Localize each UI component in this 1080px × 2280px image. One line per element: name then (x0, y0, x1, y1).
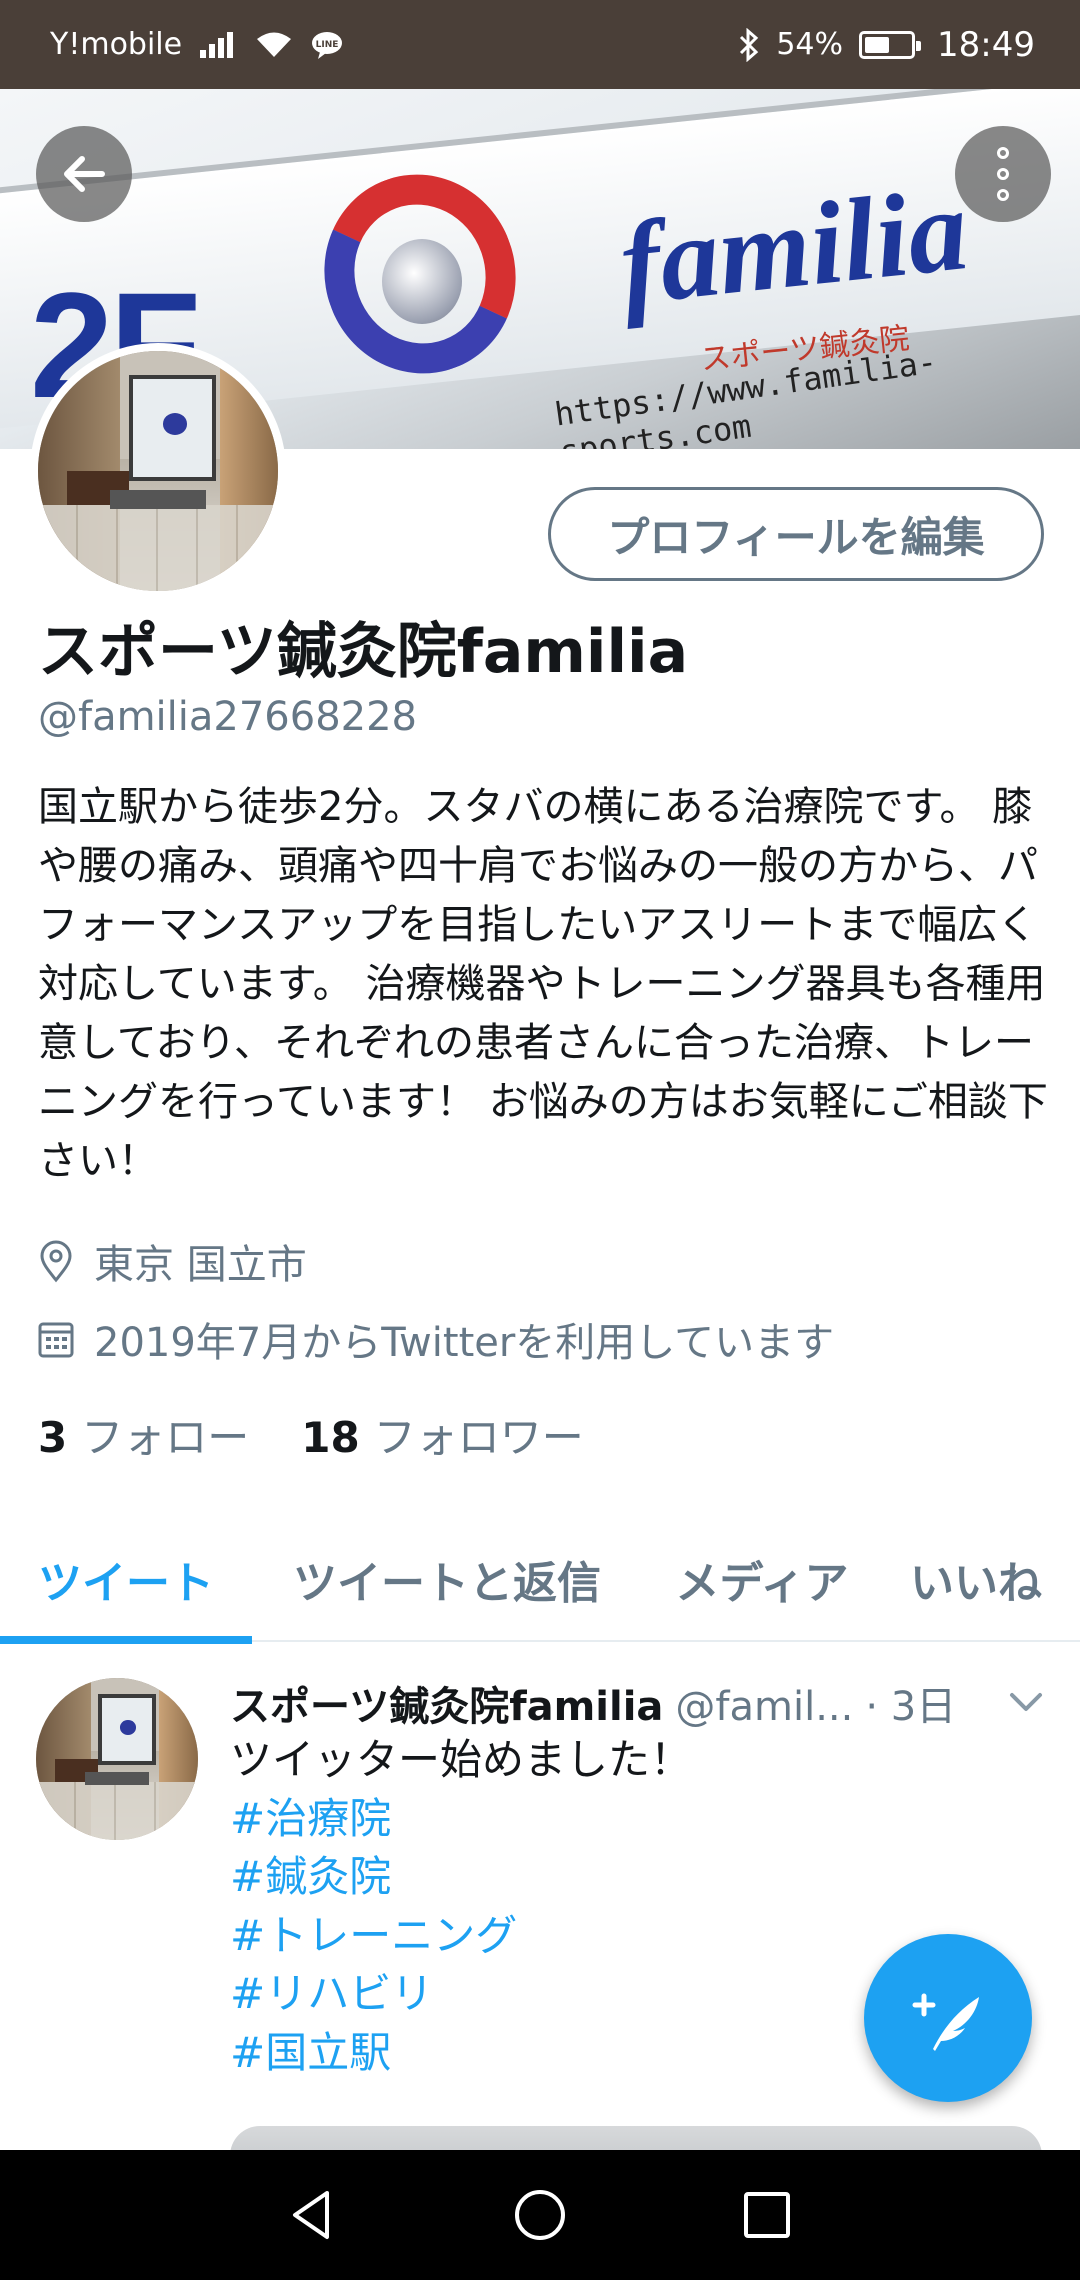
profile-location: 東京 国立市 (36, 1232, 307, 1290)
location-pin-icon (40, 1240, 72, 1283)
edit-profile-button[interactable]: プロフィールを編集 (548, 487, 1044, 581)
follow-stats: 3 フォロー 18 フォロワー (38, 1404, 584, 1465)
tab-tweets-and-replies[interactable]: ツイートと返信 (252, 1516, 642, 1642)
following-link[interactable]: 3 フォロー (38, 1404, 249, 1465)
battery-fill (865, 36, 889, 53)
tweet-text: ツイッター始めました！ (230, 1735, 693, 1784)
compose-tweet-button[interactable] (864, 1934, 1032, 2102)
profile-tabs: ツイート ツイートと返信 メディア いいね (0, 1516, 1080, 1644)
location-text: 東京 国立市 (94, 1242, 307, 1288)
hashtag-link[interactable]: #トレーニング (230, 1907, 692, 1966)
signal-icon (200, 31, 234, 58)
profile-avatar[interactable] (30, 343, 286, 599)
system-nav-bar (0, 2150, 1080, 2280)
hashtag-link[interactable]: #国立駅 (230, 2024, 692, 2083)
arrow-left-icon (64, 156, 105, 192)
tab-likes[interactable]: いいね (882, 1516, 1080, 1642)
banner-logo-core (382, 239, 462, 324)
calendar-icon (38, 1322, 74, 1358)
battery-icon (859, 30, 922, 59)
tweet-avatar[interactable] (36, 1678, 198, 1840)
profile-handle: @familia27668228 (38, 694, 418, 740)
chevron-down-icon (1010, 1693, 1042, 1711)
tweet-author-handle[interactable]: @famil... (675, 1684, 853, 1730)
profile-bio: 国立駅から徒歩2分。スタバの横にある治療院です。 膝や腰の痛み、頭痛や四十肩でお… (38, 784, 1048, 1184)
tweet-menu-button[interactable] (1008, 1690, 1044, 1718)
bluetooth-icon (740, 27, 759, 62)
tab-tweets[interactable]: ツイート (0, 1516, 252, 1644)
wifi-icon (257, 32, 292, 57)
carrier-label: Y!mobile (50, 27, 183, 62)
followers-link[interactable]: 18 フォロワー (301, 1404, 583, 1465)
clock: 18:49 (937, 24, 1035, 65)
battery-percent: 54% (776, 27, 844, 62)
tweet-header: スポーツ鍼灸院familia @famil... · 3日 (230, 1674, 1030, 1732)
hashtag-link[interactable]: #治療院 (230, 1790, 692, 1849)
status-bar: Y!mobile LINE 54% 18:49 (0, 0, 1080, 89)
nav-home-icon[interactable] (510, 2185, 570, 2245)
compose-feather-icon (912, 1993, 979, 2051)
hashtag-link[interactable]: #鍼灸院 (230, 1848, 692, 1907)
tweet-author-name[interactable]: スポーツ鍼灸院familia (230, 1674, 663, 1732)
more-vertical-icon (997, 147, 1009, 201)
joined-text: 2019年7月からTwitterを利用しています (94, 1320, 835, 1366)
line-icon: LINE (312, 31, 343, 59)
avatar-photo (38, 351, 278, 591)
status-right: 54% 18:49 (738, 25, 1035, 65)
nav-back-icon[interactable] (283, 2185, 343, 2245)
tab-media[interactable]: メディア (642, 1516, 882, 1642)
nav-recents-icon[interactable] (737, 2185, 797, 2245)
profile-joined-date: 2019年7月からTwitterを利用しています (36, 1310, 834, 1368)
more-options-button[interactable] (955, 126, 1051, 222)
profile-name: スポーツ鍼灸院familia (38, 617, 689, 687)
back-button[interactable] (36, 126, 132, 222)
tweet-timestamp: · 3日 (865, 1684, 957, 1730)
hashtag-link[interactable]: #リハビリ (230, 1965, 692, 2024)
svg-text:LINE: LINE (316, 40, 339, 50)
tweet-body: ツイッター始めました！ #治療院 #鍼灸院 #トレーニング #リハビリ #国立駅 (230, 1731, 692, 2082)
tweet-avatar-photo (36, 1678, 198, 1840)
status-left: Y!mobile LINE (50, 27, 344, 62)
